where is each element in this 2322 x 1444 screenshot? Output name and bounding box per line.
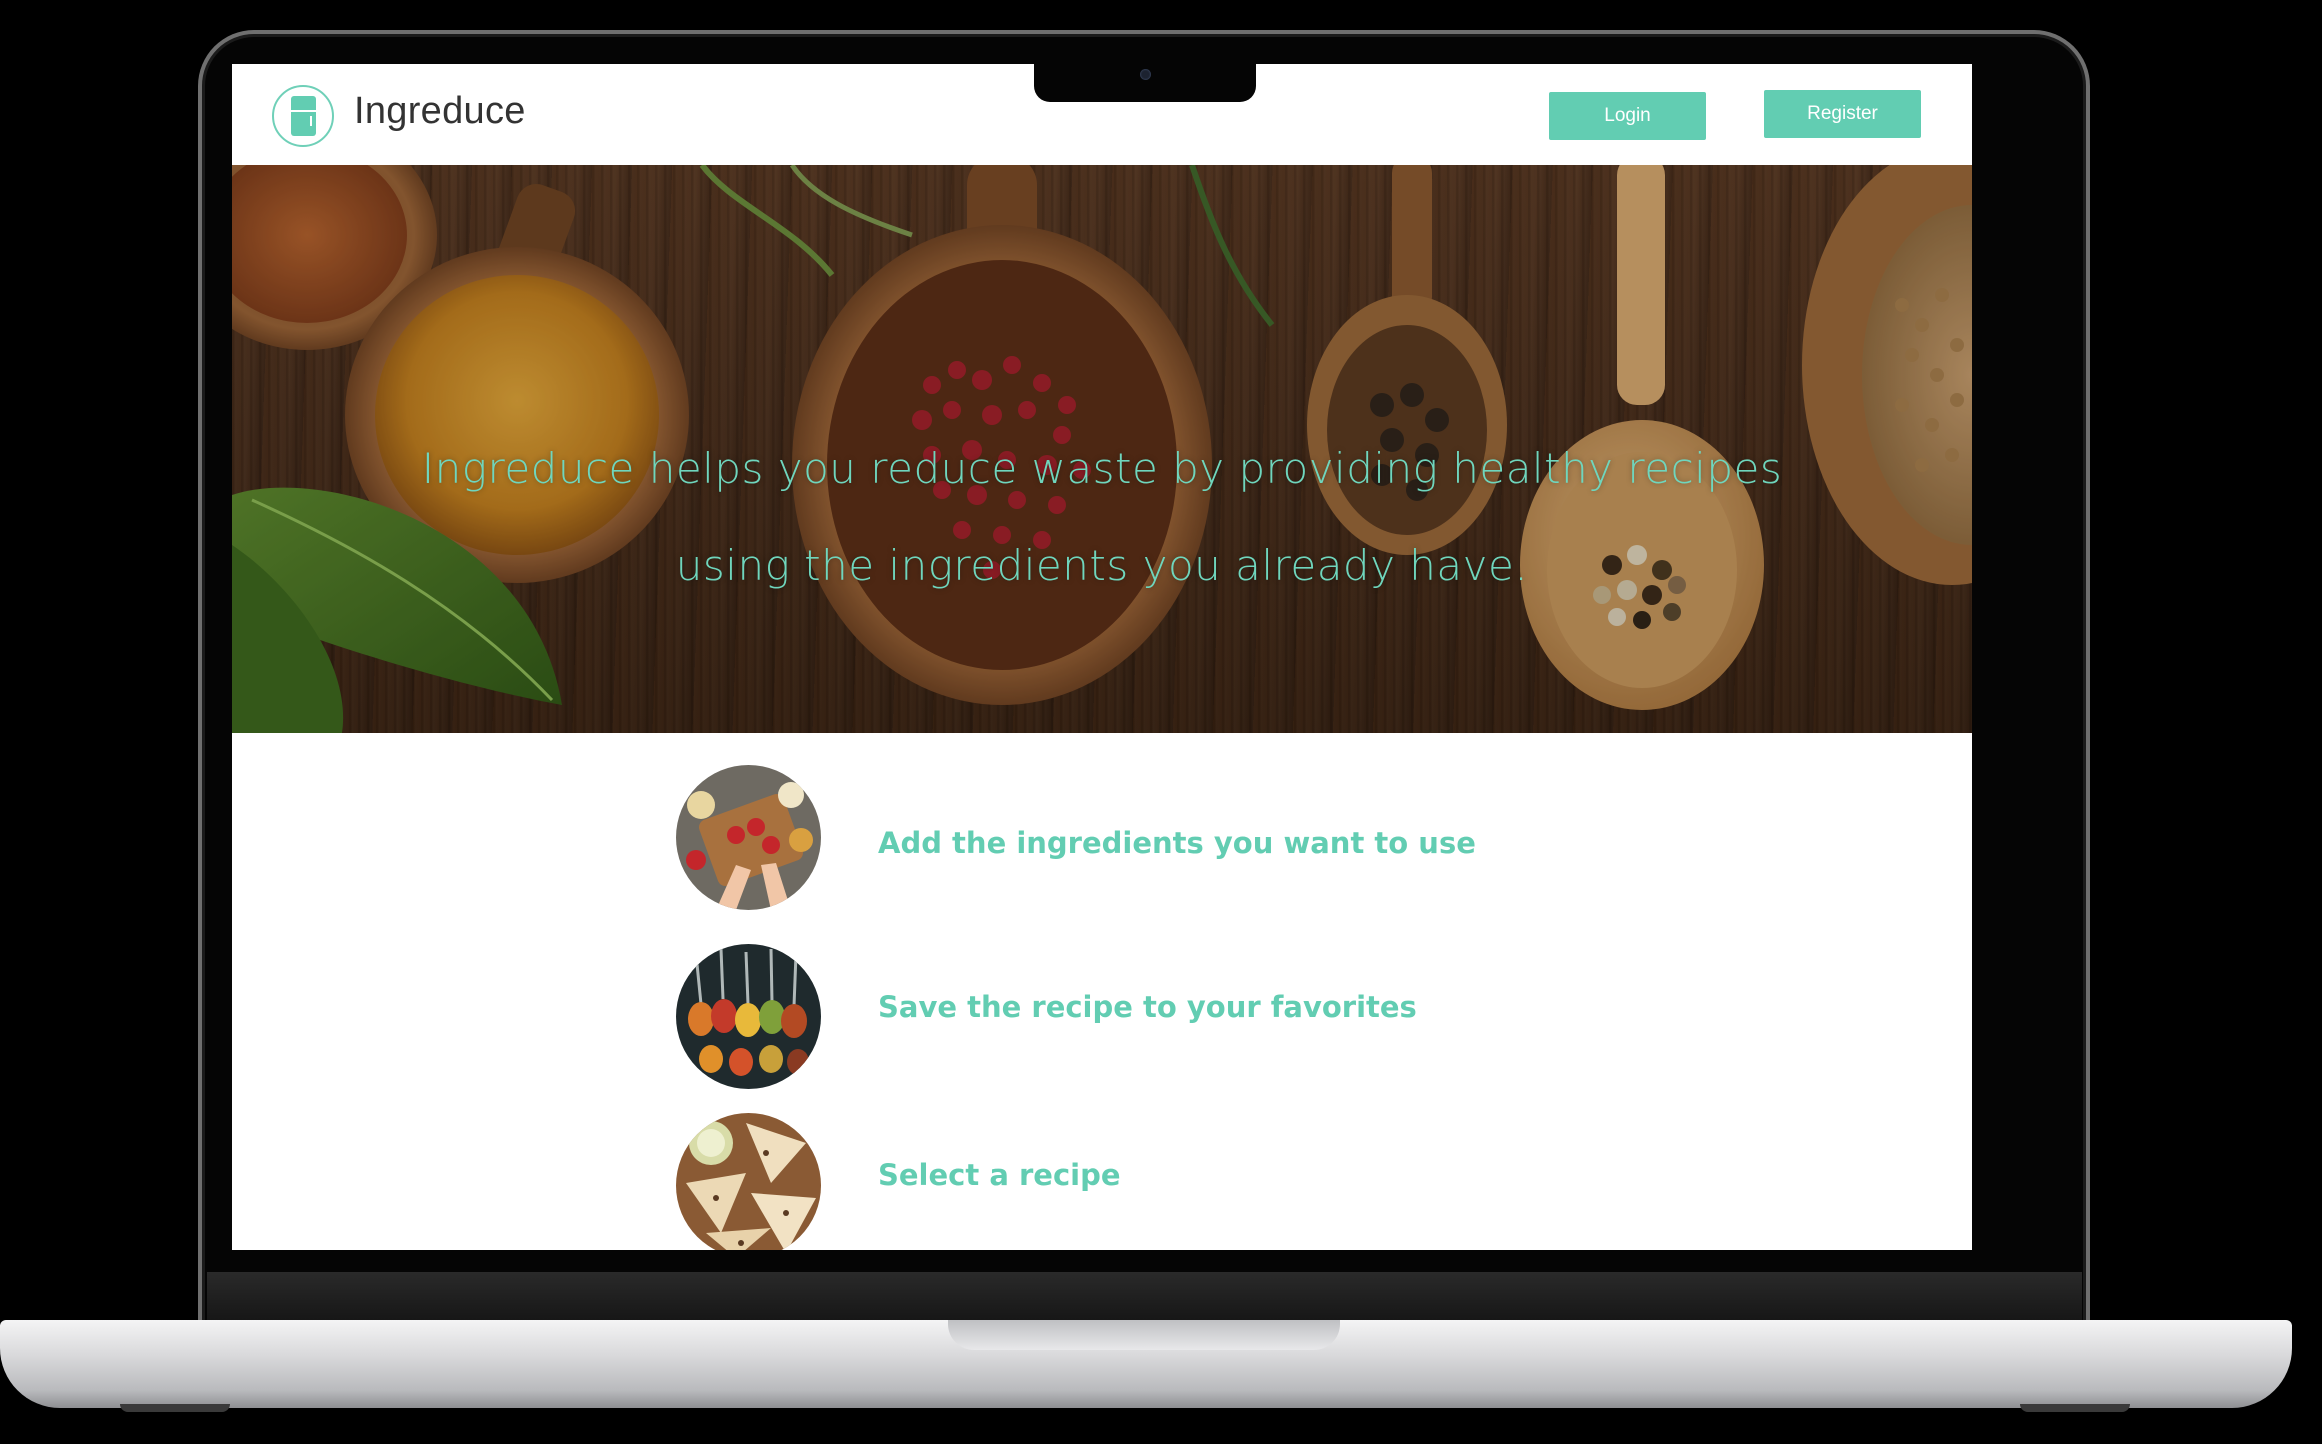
laptop-bottom-bezel [207, 1272, 2082, 1322]
fridge-logo-icon[interactable] [272, 85, 334, 147]
fridge-icon [291, 96, 316, 136]
hero-tagline-line-1: Ingreduce helps you reduce waste by prov… [421, 444, 1783, 493]
brand-name[interactable]: Ingreduce [354, 90, 526, 133]
step-text-save-recipe: Save the recipe to your favorites [878, 990, 1417, 1024]
laptop-screen: Ingreduce Login Register Ingreduce helps… [232, 64, 1972, 1250]
step-image-spice-spoons [676, 944, 821, 1089]
hero-banner: Ingreduce helps you reduce waste by prov… [232, 165, 1972, 733]
step-image-chopping-vegetables [676, 765, 821, 910]
camera-notch [1034, 62, 1256, 102]
laptop-foot-right [2020, 1404, 2130, 1412]
laptop-opening-notch [948, 1320, 1340, 1350]
laptop-foot-left [120, 1404, 230, 1412]
camera-icon [1140, 69, 1151, 80]
login-button[interactable]: Login [1549, 92, 1706, 140]
step-image-quesadillas [676, 1113, 821, 1250]
hero-tagline-line-2: using the ingredients you already have. [675, 541, 1529, 590]
register-button[interactable]: Register [1764, 90, 1921, 138]
step-text-select-recipe: Select a recipe [878, 1158, 1121, 1192]
step-text-add-ingredients: Add the ingredients you want to use [878, 826, 1476, 860]
